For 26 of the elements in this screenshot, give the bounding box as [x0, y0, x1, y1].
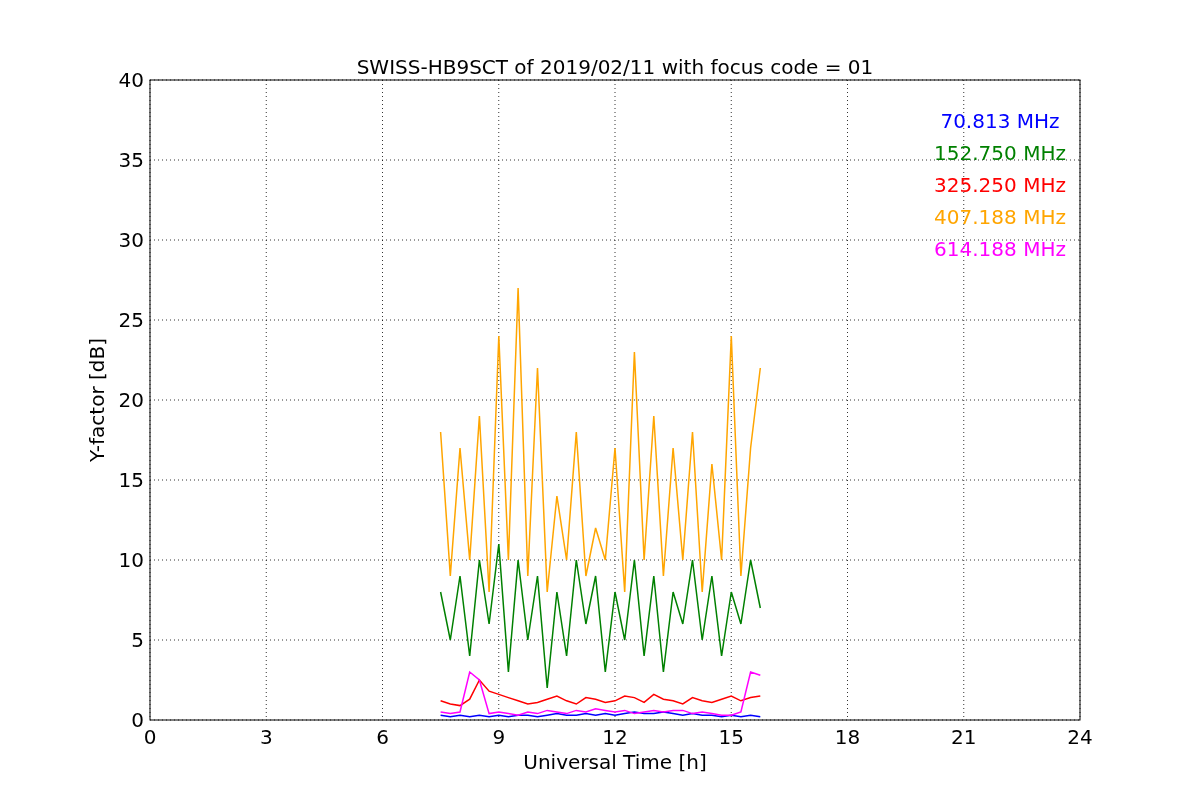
tick-label: 3 [259, 725, 273, 749]
tick-label: 15 [118, 468, 144, 492]
tick-label: 40 [118, 68, 144, 92]
tick-label: 21 [951, 725, 977, 749]
legend-label: 325.250 MHz [934, 173, 1066, 197]
tick-label: 9 [492, 725, 506, 749]
tick-label: 0 [143, 725, 157, 749]
tick-label: 35 [118, 148, 144, 172]
tick-label: 10 [118, 548, 144, 572]
tick-label: 18 [834, 725, 861, 749]
tick-label: 5 [131, 628, 144, 652]
legend-label: 152.750 MHz [934, 141, 1066, 165]
axis-label: Universal Time [h] [523, 750, 707, 774]
legend-label: 614.188 MHz [934, 237, 1066, 261]
chart-title: SWISS-HB9SCT of 2019/02/11 with focus code = 01 [356, 55, 874, 79]
tick-label: 15 [718, 725, 744, 749]
tick-label: 30 [118, 228, 144, 252]
tick-label: 0 [131, 708, 144, 732]
tick-label: 6 [376, 725, 389, 749]
tick-label: 12 [602, 725, 628, 749]
tick-label: 24 [1067, 725, 1093, 749]
legend-label: 407.188 MHz [934, 205, 1066, 229]
tick-label: 25 [118, 308, 144, 332]
axis-label: Y-factor [dB] [85, 338, 109, 462]
legend-label: 70.813 MHz [940, 109, 1060, 133]
tick-label: 20 [118, 388, 144, 412]
